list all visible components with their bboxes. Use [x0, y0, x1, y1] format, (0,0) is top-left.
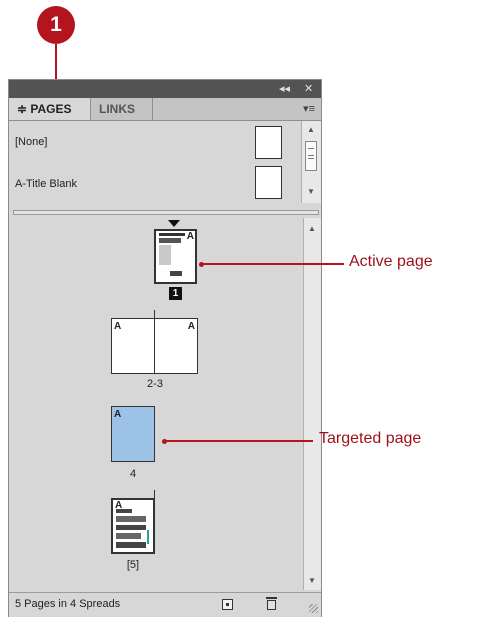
page-number-5: [5] [126, 559, 140, 571]
targeted-page-annotation: Targeted page [319, 430, 422, 447]
page-number-4: 4 [129, 468, 137, 480]
scroll-up-icon[interactable]: ▲ [303, 125, 319, 134]
page-thumbnail-3[interactable]: A [154, 318, 198, 374]
master-prefix-label: A [186, 231, 194, 242]
spread-spine [154, 490, 155, 498]
master-none-thumbnail[interactable] [255, 126, 282, 159]
master-a-title-blank-label[interactable]: A-Title Blank [15, 178, 77, 190]
active-page-annotation: Active page [349, 253, 433, 270]
scroll-up-icon[interactable]: ▲ [304, 224, 320, 233]
page-number-2-3: 2-3 [147, 378, 163, 390]
tab-links[interactable]: LINKS [91, 98, 153, 120]
scroll-thumb[interactable] [305, 141, 317, 171]
pages-panel: ◂◂ ✕ ≑ PAGES LINKS ▾≡ [None] A-Title Bla… [8, 79, 322, 617]
master-a-thumbnail[interactable] [255, 166, 282, 199]
panel-menu-icon[interactable]: ▾≡ [303, 98, 315, 120]
active-page-pointer-line [202, 263, 344, 265]
pages-status-text: 5 Pages in 4 Spreads [15, 598, 121, 610]
trash-icon[interactable] [266, 597, 277, 611]
master-none-label[interactable]: [None] [15, 136, 47, 148]
panel-tab-strip: ≑ PAGES LINKS ▾≡ [9, 98, 321, 121]
masters-section: [None] A-Title Blank ▲ ▼ [9, 121, 321, 203]
scroll-down-icon[interactable]: ▼ [304, 576, 320, 585]
page-thumbnail-5[interactable]: A [111, 498, 155, 554]
page-thumbnail-4[interactable]: A [111, 406, 155, 462]
new-page-icon[interactable] [222, 599, 233, 610]
section-divider[interactable] [13, 210, 319, 215]
panel-status-bar: 5 Pages in 4 Spreads [9, 592, 321, 617]
master-prefix-label: A [114, 409, 122, 420]
targeted-page-pointer-line [165, 440, 313, 442]
resize-grip-icon[interactable] [309, 604, 318, 613]
page-thumbnail-2[interactable]: A [111, 318, 155, 374]
active-spread-marker-icon [168, 220, 180, 227]
pages-section: A 1 A A 2-3 A 4 A [5] [9, 218, 303, 580]
page-thumbnail-1[interactable]: A [154, 229, 197, 284]
double-chevron-left-icon[interactable]: ◂◂ [279, 82, 290, 95]
tab-pages[interactable]: ≑ PAGES [9, 98, 91, 120]
master-prefix-label: A [114, 321, 122, 332]
step-callout-badge: 1 [37, 6, 75, 44]
scroll-down-icon[interactable]: ▼ [303, 187, 319, 196]
master-prefix-label: A [187, 321, 195, 332]
close-icon[interactable]: ✕ [304, 82, 313, 95]
panel-titlebar: ◂◂ ✕ [9, 80, 321, 98]
pages-scrollbar[interactable]: ▲ ▼ [303, 218, 321, 590]
spread-spine [154, 310, 155, 318]
page-number-1: 1 [169, 287, 182, 300]
masters-scrollbar[interactable]: ▲ ▼ [301, 121, 321, 203]
